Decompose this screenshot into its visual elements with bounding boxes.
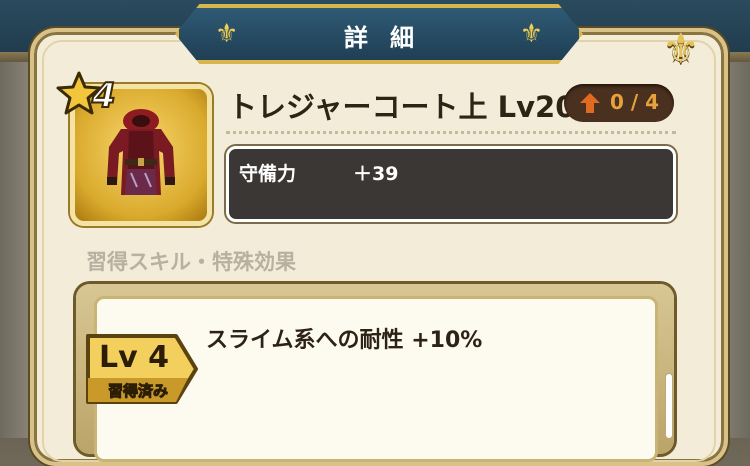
scrollbar[interactable]: [666, 374, 672, 438]
header-plaque: ⚜ 詳細 ⚜: [175, 4, 583, 64]
fleur-de-lis-icon: ⚜: [519, 19, 543, 49]
skill-learned-status: 習得済み: [107, 382, 168, 401]
divider: [226, 131, 676, 134]
treasure-coat-icon: [107, 109, 175, 195]
upgrade-badge: 0 / 4: [564, 84, 674, 122]
rarity-level: 4: [91, 75, 117, 117]
arrow-up-icon: [580, 93, 600, 113]
skill-level-tag: Lv 4 習得済み: [84, 332, 200, 406]
upgrade-count: 0 / 4: [610, 90, 660, 114]
item-name: トレジャーコート上 Lv20: [228, 90, 576, 124]
skill-description: スライム系への耐性 +10%: [206, 328, 483, 353]
stat-value-defense: ＋39: [353, 163, 399, 185]
corner-ornament-icon: ⚜: [662, 24, 700, 73]
stat-label-defense: 守備力: [239, 163, 297, 185]
section-title-skills: 習得スキル・特殊効果: [86, 250, 296, 274]
skill-level: Lv 4: [99, 340, 169, 375]
stats-box: 守備力 ＋39: [226, 146, 676, 222]
background-left: [0, 62, 34, 438]
